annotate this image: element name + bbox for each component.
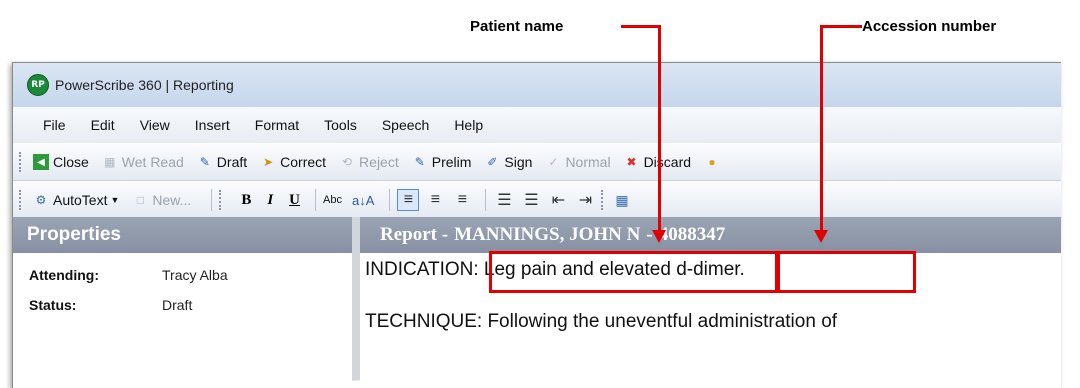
italic-button[interactable]: I bbox=[267, 192, 273, 209]
copy-icon[interactable]: ▦ bbox=[615, 192, 628, 209]
powerscribe-window: RP PowerScribe 360 | Reporting File Edit… bbox=[12, 62, 1061, 388]
report-actions-toolbar: ◀ Close ▦ Wet Read ✎ Draft ➤ Correct ⟲ Reject… bbox=[13, 143, 1061, 181]
patient-name-callout: Patient name bbox=[470, 18, 564, 35]
menu-file[interactable]: File bbox=[43, 117, 66, 133]
overflow-icon[interactable]: ● bbox=[704, 154, 724, 170]
new-autotext-button[interactable]: □ New... bbox=[132, 192, 192, 208]
wet-read-icon: ▦ bbox=[104, 155, 116, 169]
app-logo-icon: RP bbox=[27, 74, 49, 96]
normal-icon: ✓ bbox=[548, 155, 559, 169]
technique-text: TECHNIQUE: Following the uneventful admi… bbox=[365, 311, 838, 332]
toolbar-separator-4 bbox=[485, 189, 487, 211]
menu-format[interactable]: Format bbox=[255, 117, 299, 133]
report-header: Report - MANNINGS, JOHN N - 4088347 bbox=[360, 217, 1061, 253]
accession-number-highlight bbox=[777, 251, 916, 293]
sign-icon: ✐ bbox=[487, 155, 498, 169]
menu-view[interactable]: View bbox=[140, 117, 170, 133]
patient-name: MANNINGS, JOHN N bbox=[454, 224, 641, 245]
toolbar-grip-3[interactable] bbox=[219, 190, 225, 210]
menu-speech[interactable]: Speech bbox=[382, 117, 429, 133]
toolbar-grip-4[interactable] bbox=[601, 190, 607, 210]
strikethrough-button[interactable]: Abc bbox=[323, 194, 342, 206]
accession-number-callout: Accession number bbox=[862, 18, 997, 35]
normal-button[interactable]: ✓ Normal bbox=[545, 154, 610, 170]
menu-edit[interactable]: Edit bbox=[91, 117, 115, 133]
properties-pane: Properties Attending: Tracy Alba Status:… bbox=[13, 217, 360, 388]
toolbar-separator-2 bbox=[315, 189, 317, 211]
align-center-button[interactable]: ≡ bbox=[424, 189, 446, 211]
accession-leader-horizontal bbox=[820, 25, 862, 28]
toolbar-grip-2[interactable] bbox=[19, 190, 25, 210]
report-header-prefix: Report - bbox=[380, 224, 449, 245]
increase-indent-button[interactable]: ⇥ bbox=[574, 189, 596, 211]
toolbar-grip[interactable] bbox=[19, 152, 25, 172]
decrease-indent-button[interactable]: ⇤ bbox=[547, 189, 569, 211]
properties-header: Properties bbox=[13, 217, 352, 253]
sign-button[interactable]: ✐ Sign bbox=[484, 154, 532, 170]
font-size-button[interactable]: a↓A bbox=[352, 193, 374, 208]
menu-insert[interactable]: Insert bbox=[195, 117, 230, 133]
prelim-icon: ✎ bbox=[414, 155, 425, 169]
bullet-list-button[interactable]: ☰ bbox=[520, 189, 542, 211]
draft-button[interactable]: ✎ Draft bbox=[197, 154, 247, 170]
autotext-dropdown[interactable]: ⚙ AutoText ▼ bbox=[33, 192, 120, 208]
patient-leader-vertical bbox=[658, 25, 661, 232]
correct-icon: ➤ bbox=[263, 155, 274, 169]
patient-name-highlight bbox=[489, 251, 778, 293]
numbered-list-button[interactable]: ☰ bbox=[493, 189, 515, 211]
chevron-down-icon: ▼ bbox=[110, 195, 120, 205]
accession-number: 4088347 bbox=[658, 224, 726, 245]
menu-bar: File Edit View Insert Format Tools Speec… bbox=[13, 107, 1061, 143]
accession-arrow-icon bbox=[814, 230, 828, 243]
main-body: Properties Attending: Tracy Alba Status:… bbox=[13, 217, 1061, 388]
title-bar: RP PowerScribe 360 | Reporting bbox=[13, 63, 1061, 107]
patient-arrow-icon bbox=[652, 230, 666, 243]
align-right-button[interactable]: ≡ bbox=[451, 189, 473, 211]
discard-icon: ✖ bbox=[626, 155, 637, 169]
torn-edge-right bbox=[1064, 62, 1080, 387]
property-row-status: Status: Draft bbox=[13, 297, 352, 313]
close-button[interactable]: ◀ Close bbox=[33, 154, 89, 170]
new-document-icon: □ bbox=[136, 193, 145, 207]
report-pane: Report - MANNINGS, JOHN N - 4088347 INDI… bbox=[360, 217, 1061, 388]
status-label: Status: bbox=[29, 297, 77, 313]
wet-read-button[interactable]: ▦ Wet Read bbox=[102, 154, 184, 170]
formatting-toolbar: ⚙ AutoText ▼ □ New... B I U Abc a↓A ≡ ≡ ≡ ☰… bbox=[13, 181, 1061, 219]
status-value: Draft bbox=[162, 297, 193, 313]
prelim-button[interactable]: ✎ Prelim bbox=[412, 154, 472, 170]
reject-button[interactable]: ⟲ Reject bbox=[339, 154, 399, 170]
align-left-button[interactable]: ≡ bbox=[397, 189, 420, 211]
property-row-attending: Attending: Tracy Alba bbox=[13, 267, 352, 283]
toolbar-separator bbox=[211, 189, 213, 211]
underline-button[interactable]: U bbox=[289, 192, 300, 209]
patient-leader-horizontal bbox=[621, 25, 661, 28]
close-icon: ◀ bbox=[33, 154, 49, 170]
accession-leader-vertical bbox=[820, 25, 823, 232]
window-title: PowerScribe 360 | Reporting bbox=[55, 77, 234, 93]
menu-tools[interactable]: Tools bbox=[324, 117, 357, 133]
reject-icon: ⟲ bbox=[342, 155, 353, 169]
autotext-icon: ⚙ bbox=[35, 193, 47, 207]
menu-help[interactable]: Help bbox=[454, 117, 483, 133]
attending-value: Tracy Alba bbox=[162, 267, 228, 283]
correct-button[interactable]: ➤ Correct bbox=[260, 154, 326, 170]
bold-button[interactable]: B bbox=[241, 192, 251, 209]
toolbar-separator-3 bbox=[389, 189, 391, 211]
draft-icon: ✎ bbox=[199, 155, 210, 169]
attending-label: Attending: bbox=[29, 267, 99, 283]
